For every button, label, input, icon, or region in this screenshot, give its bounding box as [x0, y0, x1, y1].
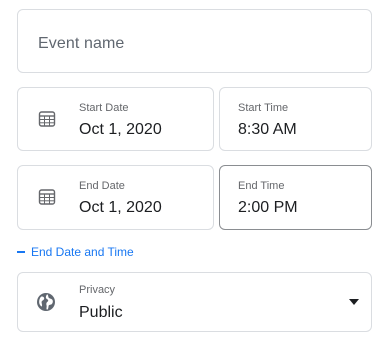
end-time-label: End Time [238, 180, 285, 192]
end-date-value: Oct 1, 2020 [79, 199, 162, 216]
end-date-label: End Date [79, 180, 125, 192]
calendar-icon [38, 111, 56, 127]
end-time-field[interactable]: End Time 2:00 PM [219, 165, 372, 230]
caret-down-icon [349, 299, 359, 305]
privacy-label: Privacy [79, 284, 116, 296]
event-name-field[interactable]: Event name [17, 9, 372, 73]
start-time-field[interactable]: Start Time 8:30 AM [219, 87, 372, 151]
privacy-select[interactable]: Privacy Public [17, 272, 372, 332]
end-date-time-toggle[interactable]: End Date and Time [17, 245, 134, 259]
event-form: Event name Start Date Oct 1, 2020 Start … [0, 0, 388, 337]
end-date-field[interactable]: End Date Oct 1, 2020 [17, 165, 214, 230]
start-time-value: 8:30 AM [238, 121, 297, 138]
start-date-field[interactable]: Start Date Oct 1, 2020 [17, 87, 214, 151]
start-date-label: Start Date [79, 102, 129, 114]
privacy-value: Public [79, 304, 123, 321]
end-date-time-toggle-label: End Date and Time [31, 245, 134, 259]
calendar-icon [38, 189, 56, 205]
start-date-value: Oct 1, 2020 [79, 121, 162, 138]
globe-icon [37, 293, 55, 311]
event-name-placeholder: Event name [38, 35, 125, 52]
start-time-label: Start Time [238, 102, 289, 114]
end-time-value: 2:00 PM [238, 199, 298, 216]
minus-icon [17, 251, 25, 253]
